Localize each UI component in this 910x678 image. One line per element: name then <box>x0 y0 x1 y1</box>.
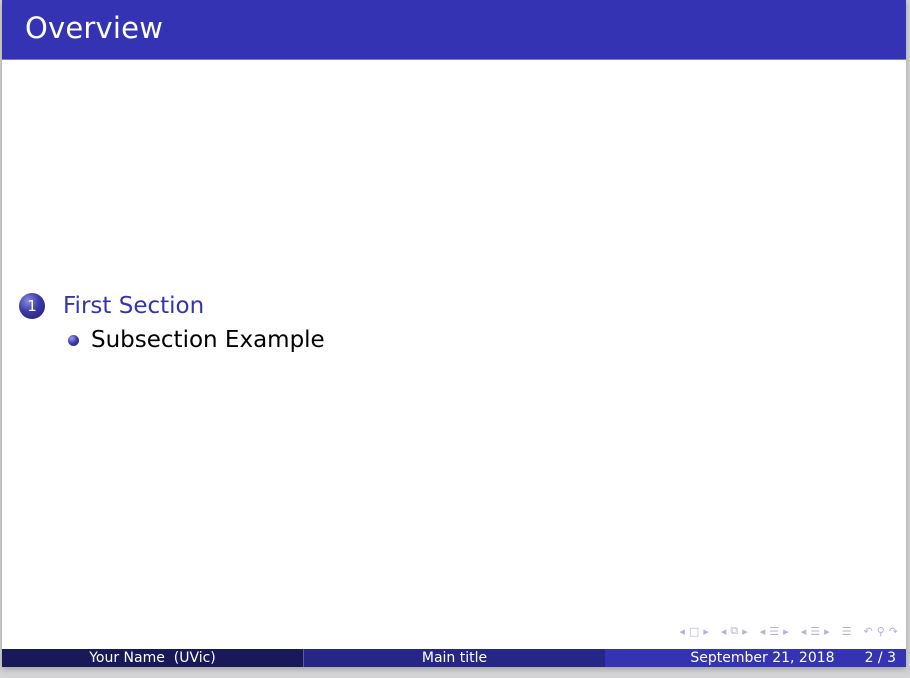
nav-prev-subsection-icon[interactable]: ◂ <box>721 625 727 638</box>
forward-icon[interactable]: ↷ <box>889 625 898 638</box>
toc-section[interactable]: 1 First Section <box>19 290 325 322</box>
footer-author-text: Your Name (UVic) <box>89 650 216 666</box>
footer-page-number: 2 / 3 <box>864 650 896 666</box>
footer-author: Your Name (UVic) <box>2 649 304 667</box>
slide: Overview 1 First Section Subsection Exam… <box>2 0 906 667</box>
footer-title-text: Main title <box>421 650 488 666</box>
table-of-contents: 1 First Section Subsection Example <box>19 290 325 358</box>
doc-nav-icon[interactable]: ☰ <box>842 625 852 638</box>
subsection-nav-icon[interactable]: ⧉ <box>730 624 738 638</box>
bullet-ball-icon <box>68 334 79 346</box>
footline: Your Name (UVic) Main title September 21… <box>2 649 906 667</box>
search-icon[interactable]: ⚲ <box>877 625 885 638</box>
toc-subsection[interactable]: Subsection Example <box>68 322 325 358</box>
toc-subsection-label[interactable]: Subsection Example <box>91 327 325 353</box>
nav-next-section2-icon[interactable]: ▸ <box>824 625 830 638</box>
nav-next-frame-icon[interactable]: ▸ <box>703 625 709 638</box>
footer-date: September 21, 2018 <box>690 650 835 666</box>
nav-next-subsection-icon[interactable]: ▸ <box>742 625 748 638</box>
section-nav-icon[interactable]: ☰ <box>769 625 779 638</box>
navigation-symbols: ◂ □ ▸ ◂ ⧉ ▸ ◂ ☰ ▸ ◂ ☰ ▸ ☰ ↶ ⚲ ↷ <box>677 624 900 638</box>
nav-prev-section-icon[interactable]: ◂ <box>760 625 766 638</box>
frame-title: Overview <box>25 11 164 45</box>
back-icon[interactable]: ↶ <box>864 625 873 638</box>
nav-next-section-icon[interactable]: ▸ <box>783 625 789 638</box>
footer-date-page: September 21, 2018 2 / 3 <box>605 649 906 667</box>
footer-title: Main title <box>304 649 605 667</box>
nav-prev-section2-icon[interactable]: ◂ <box>801 625 807 638</box>
section2-nav-icon[interactable]: ☰ <box>810 625 820 638</box>
section-number-ball: 1 <box>19 293 45 319</box>
nav-prev-frame-icon[interactable]: ◂ <box>679 625 685 638</box>
frame-nav-icon[interactable]: □ <box>689 625 699 638</box>
frame-title-bar: Overview <box>2 0 906 60</box>
toc-section-label[interactable]: First Section <box>63 293 204 319</box>
